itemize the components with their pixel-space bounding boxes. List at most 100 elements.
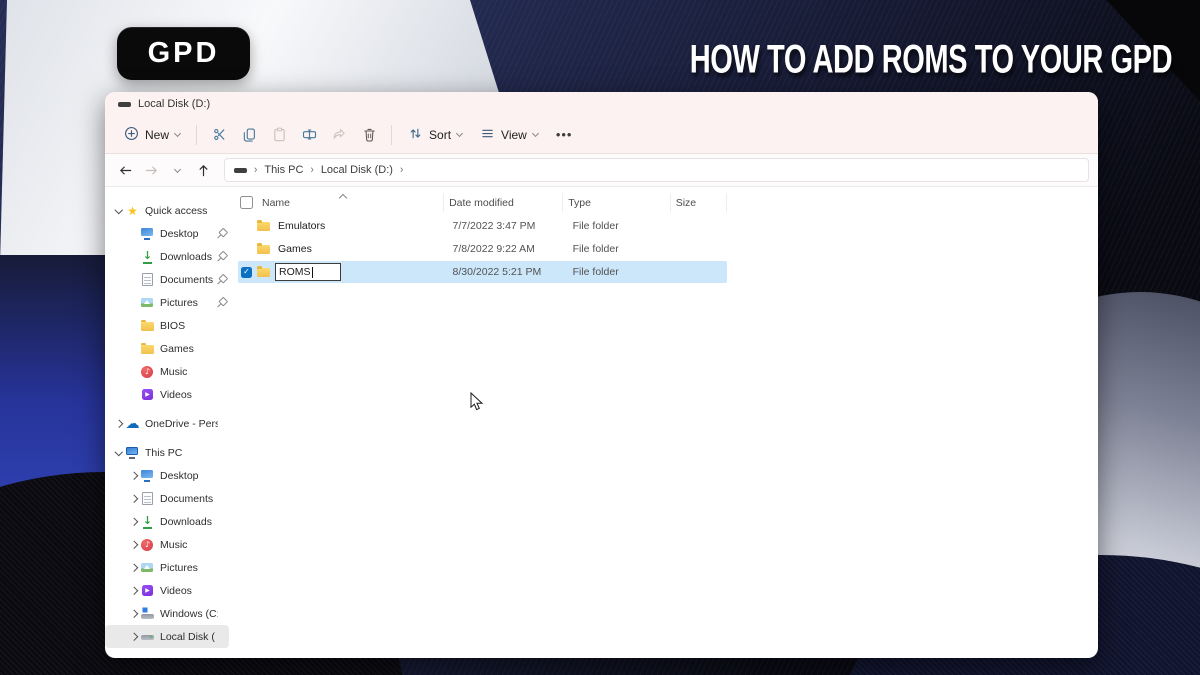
window-content: Quick access Desktop Downloads (105, 187, 1098, 658)
thumbnail-canvas: GPD HOW TO ADD ROMS TO YOUR GPD Local Di… (0, 0, 1200, 675)
sidebar-item[interactable]: Music (105, 533, 232, 556)
chevron-down-icon (532, 130, 539, 137)
sidebar-item[interactable]: Pictures (105, 556, 232, 579)
see-more-button[interactable]: ••• (547, 122, 582, 147)
chevron-icon[interactable] (115, 448, 123, 456)
breadcrumb-local-disk-d[interactable]: Local Disk (D:) (321, 164, 393, 176)
drive-win-icon (140, 607, 155, 621)
folder-icon (140, 342, 155, 356)
sidebar-item-label: Documents (160, 274, 218, 286)
sidebar-item[interactable]: Desktop (105, 222, 232, 245)
breadcrumb-this-pc[interactable]: This PC (264, 164, 303, 176)
file-row[interactable]: ✓ Games 7/8/2022 9:22 AM File folder (238, 238, 727, 260)
new-button[interactable]: New (115, 121, 189, 149)
sidebar-item[interactable]: Videos (105, 383, 232, 406)
file-name: Emulators (278, 220, 325, 232)
file-name-cell: ✓ ROMS (238, 263, 448, 281)
select-all-checkbox[interactable] (240, 196, 253, 209)
file-rows: ✓ Emulators 7/7/2022 3:47 PM File folder… (238, 215, 1098, 283)
sidebar-item-label: OneDrive - Personal (145, 418, 218, 430)
window-titlebar[interactable]: Local Disk (D:) (105, 92, 1098, 116)
sidebar-item-label: This PC (145, 447, 218, 459)
sidebar-item[interactable]: Pictures (105, 291, 232, 314)
column-headers: Name Date modified Type Size (238, 193, 727, 212)
breadcrumb-separator: › (400, 164, 403, 176)
sidebar-item[interactable]: Desktop (105, 464, 232, 487)
toolbar-divider (196, 125, 197, 145)
chevron-down-icon (174, 130, 181, 137)
sidebar-item[interactable]: BIOS (105, 314, 232, 337)
file-list: Name Date modified Type Size ✓ Emulators (232, 187, 1098, 658)
sidebar-item[interactable]: This PC (105, 441, 232, 464)
desktop-icon (140, 227, 155, 241)
copy-button[interactable] (234, 121, 264, 149)
sidebar-item[interactable]: Documents (105, 487, 232, 510)
sidebar-item[interactable]: Documents (105, 268, 232, 291)
sidebar-item-label: Videos (160, 389, 218, 401)
music-icon (140, 365, 155, 379)
sidebar-item[interactable]: Games (105, 337, 232, 360)
chevron-icon[interactable] (130, 518, 138, 526)
chevron-icon[interactable] (115, 206, 123, 214)
chevron-icon[interactable] (115, 420, 123, 428)
view-button[interactable]: View (471, 121, 547, 149)
toolbar: New Sort View ••• (105, 116, 1098, 154)
cloud-icon (125, 417, 140, 431)
star-icon (125, 204, 140, 218)
chevron-icon[interactable] (130, 495, 138, 503)
pin-icon (218, 229, 227, 238)
type-column-header[interactable]: Type (562, 193, 670, 212)
file-row[interactable]: ✓ ROMS 8/30/2022 5:21 PM File folder (238, 261, 727, 283)
name-column-header[interactable]: Name (238, 193, 443, 212)
sidebar-item-label: Downloads (160, 251, 218, 263)
forward-button[interactable] (140, 159, 162, 181)
sidebar-item-label: Videos (160, 585, 218, 597)
date-column-header[interactable]: Date modified (443, 193, 562, 212)
chevron-icon[interactable] (130, 633, 138, 641)
paste-button[interactable] (264, 121, 294, 149)
back-button[interactable] (114, 159, 136, 181)
row-checkbox[interactable]: ✓ (241, 267, 252, 278)
file-name-cell: ✓ Emulators (238, 219, 448, 233)
up-icon (196, 163, 211, 178)
forward-icon (144, 163, 159, 178)
sidebar-item[interactable]: Downloads (105, 510, 232, 533)
chevron-icon[interactable] (130, 587, 138, 595)
cut-button[interactable] (204, 121, 234, 149)
sidebar-item[interactable]: Videos (105, 579, 232, 602)
chevron-icon[interactable] (130, 541, 138, 549)
sidebar-item-label: Documents (160, 493, 218, 505)
sidebar-item[interactable]: Local Disk (D:) (105, 625, 229, 648)
name-column-label: Name (262, 197, 290, 209)
recent-locations-button[interactable] (166, 159, 188, 181)
size-column-header[interactable]: Size (670, 193, 727, 212)
breadcrumb[interactable]: › This PC › Local Disk (D:) › (224, 158, 1089, 182)
file-row[interactable]: ✓ Emulators 7/7/2022 3:47 PM File folder (238, 215, 727, 237)
file-date: 7/7/2022 3:47 PM (448, 220, 568, 232)
sidebar-item[interactable]: OneDrive - Personal (105, 412, 232, 435)
folder-icon (256, 265, 271, 279)
sidebar-item[interactable]: Windows (C:) (105, 602, 232, 625)
sidebar-item[interactable]: Downloads (105, 245, 232, 268)
file-type: File folder (568, 220, 676, 232)
chevron-icon[interactable] (130, 564, 138, 572)
up-button[interactable] (192, 159, 214, 181)
chevron-icon[interactable] (130, 610, 138, 618)
download-icon (140, 250, 155, 264)
sidebar-item[interactable]: Quick access (105, 199, 232, 222)
sort-button[interactable]: Sort (399, 121, 471, 149)
sidebar-item-label: Desktop (160, 228, 218, 240)
back-icon (118, 163, 133, 178)
delete-button[interactable] (354, 121, 384, 149)
gpd-logo: GPD (117, 27, 250, 80)
rename-input[interactable]: ROMS (275, 263, 341, 281)
toolbar-divider (391, 125, 392, 145)
sidebar-item-label: Music (160, 366, 218, 378)
chevron-icon[interactable] (130, 472, 138, 480)
sort-ascending-icon (339, 194, 347, 202)
file-date: 8/30/2022 5:21 PM (448, 266, 568, 278)
rename-button[interactable] (294, 121, 324, 149)
share-button[interactable] (324, 121, 354, 149)
desktop-icon (140, 469, 155, 483)
sidebar-item[interactable]: Music (105, 360, 232, 383)
